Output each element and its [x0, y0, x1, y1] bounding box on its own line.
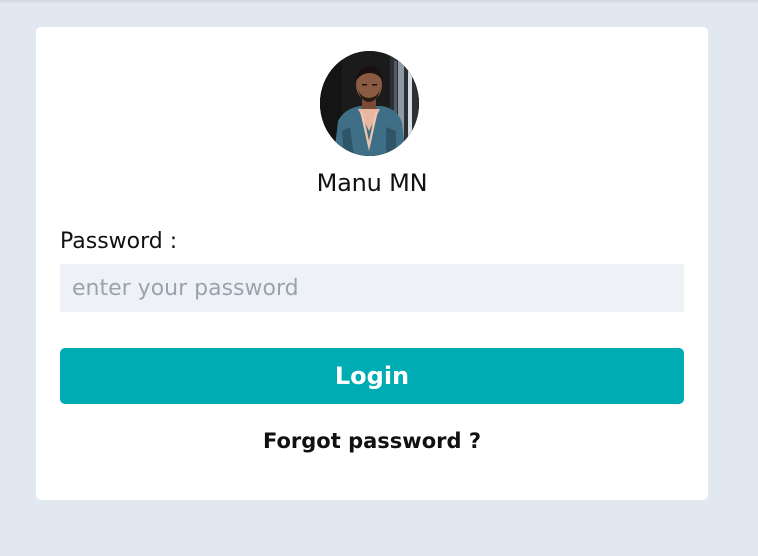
password-label: Password :	[60, 229, 178, 254]
login-card: Manu MN Password : Login Forgot password…	[36, 27, 708, 500]
user-name: Manu MN	[316, 169, 428, 197]
forgot-password-link[interactable]: Forgot password ?	[36, 429, 708, 453]
password-input[interactable]	[60, 264, 684, 312]
avatar-photo-icon	[320, 51, 419, 156]
top-shadow	[0, 0, 758, 4]
user-avatar	[320, 51, 419, 156]
login-button[interactable]: Login	[60, 348, 684, 404]
